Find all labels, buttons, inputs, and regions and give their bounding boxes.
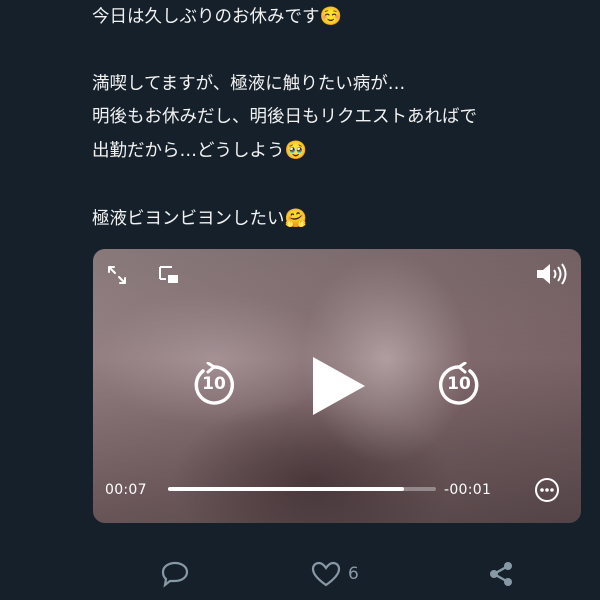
picture-in-picture-icon[interactable] [156, 262, 182, 288]
post-line-7-text: 極液ビヨンビヨンしたい [92, 209, 285, 229]
post-blank-line [92, 33, 592, 68]
rewind-10-icon[interactable]: 10 [191, 362, 237, 408]
rewind-label: 10 [202, 374, 226, 394]
forward-10-icon[interactable]: 10 [436, 362, 482, 408]
smiling-face-emoji: ☺️ [319, 6, 342, 27]
hugging-face-emoji: 🤗 [284, 208, 307, 229]
post-line-7: 極液ビヨンビヨンしたい🤗 [92, 202, 592, 235]
post-line-5-text: 出勤だから…どうしよう [92, 141, 285, 161]
like-count: 6 [348, 564, 359, 584]
reply-icon [161, 561, 189, 588]
reply-button[interactable] [160, 560, 190, 588]
progress-bar[interactable] [168, 487, 436, 491]
remaining-time: -00:01 [444, 482, 492, 498]
heart-icon [311, 561, 341, 587]
post-line-1-text: 今日は久しぶりのお休みです [92, 7, 320, 27]
volume-icon[interactable] [533, 260, 571, 288]
share-icon [490, 562, 512, 586]
share-button[interactable] [487, 560, 515, 588]
post-text: 今日は久しぶりのお休みです☺️ 満喫してますが、極液に触りたい病が… 明後もお休… [92, 0, 592, 235]
progress-fill [168, 487, 404, 491]
elapsed-time: 00:07 [105, 482, 147, 498]
post-line-3: 満喫してますが、極液に触りたい病が… [92, 74, 406, 94]
post-line-1: 今日は久しぶりのお休みです☺️ [92, 0, 592, 33]
pleading-face-emoji: 🥹 [284, 140, 307, 161]
more-icon[interactable] [533, 476, 561, 504]
forward-label: 10 [447, 374, 471, 394]
like-button[interactable]: 6 [310, 560, 359, 588]
post-blank-line [92, 167, 592, 202]
play-icon[interactable] [307, 355, 367, 417]
fullscreen-icon[interactable] [104, 262, 130, 288]
post-line-5: 出勤だから…どうしよう🥹 [92, 134, 592, 167]
post-line-4: 明後もお休みだし、明後日もリクエストあればで [92, 107, 477, 127]
